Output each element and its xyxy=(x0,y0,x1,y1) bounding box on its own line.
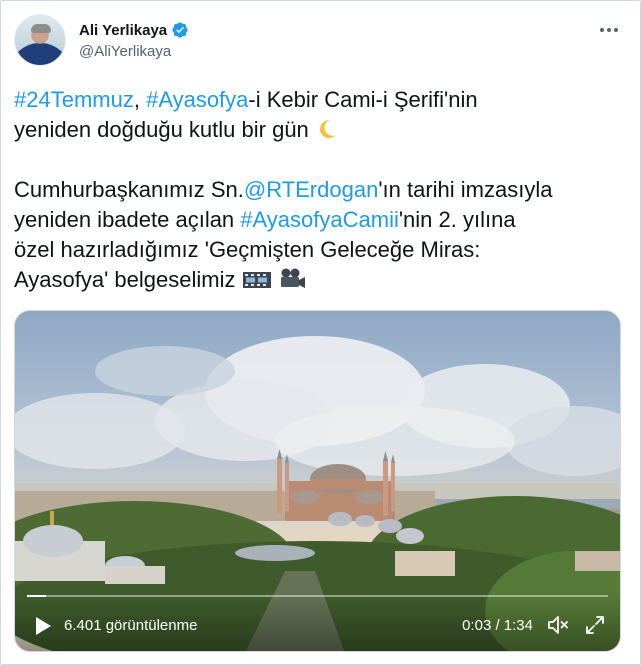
dot-icon xyxy=(600,28,604,32)
handle[interactable]: @AliYerlikaya xyxy=(79,43,189,60)
crescent-moon-icon xyxy=(319,120,336,139)
view-count: 6.401 görüntülenme xyxy=(64,617,198,634)
hashtag-link[interactable]: #24Temmuz xyxy=(14,87,134,112)
film-frames-icon xyxy=(242,272,271,288)
video-controls: 6.401 görüntülenme 0:03 / 1:34 xyxy=(15,595,620,651)
volume-muted-icon[interactable] xyxy=(546,614,570,636)
display-name[interactable]: Ali Yerlikaya xyxy=(79,22,167,39)
hashtag-link[interactable]: #Ayasofya xyxy=(146,87,248,112)
hashtag-link[interactable]: #AyasofyaCamii xyxy=(240,207,399,232)
mention-link[interactable]: @RTErdogan xyxy=(244,177,378,202)
video-player[interactable]: 6.401 görüntülenme 0:03 / 1:34 xyxy=(14,310,621,652)
movie-camera-icon xyxy=(280,268,305,288)
time-display: 0:03 / 1:34 xyxy=(462,617,533,634)
verified-badge-icon xyxy=(172,22,188,38)
avatar[interactable] xyxy=(14,14,66,66)
tweet-text: #24Temmuz, #Ayasofya-i Kebir Cami-i Şeri… xyxy=(14,87,553,292)
tweet-header: Ali Yerlikaya @AliYerlikaya xyxy=(14,14,626,70)
fullscreen-icon[interactable] xyxy=(584,614,606,636)
play-icon[interactable] xyxy=(33,615,53,637)
dot-icon xyxy=(614,28,618,32)
tweet-card: Ali Yerlikaya @AliYerlikaya #24Temmuz, #… xyxy=(0,0,641,665)
more-options-button[interactable] xyxy=(594,20,624,40)
author-names: Ali Yerlikaya @AliYerlikaya xyxy=(79,20,189,60)
dot-icon xyxy=(607,28,611,32)
